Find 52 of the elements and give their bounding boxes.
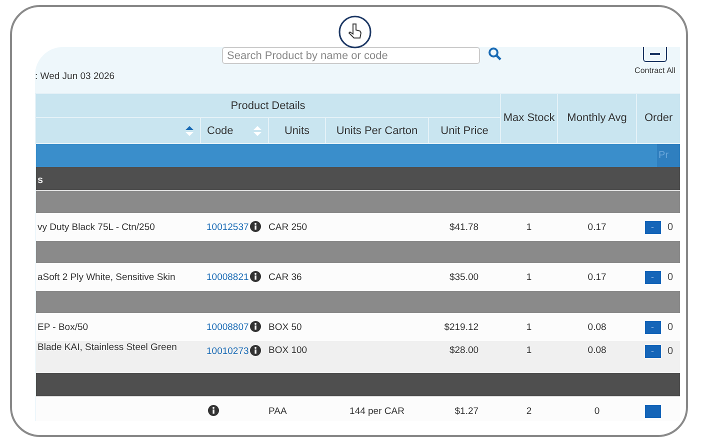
info-icon[interactable]: [250, 271, 261, 282]
collapse-icon[interactable]: [643, 47, 667, 62]
info-icon[interactable]: [250, 321, 261, 332]
monthly-avg-cell: 0: [594, 406, 600, 416]
max-stock-cell: 1: [526, 222, 532, 232]
decrement-button[interactable]: [644, 404, 661, 418]
quantity-value: 0: [668, 222, 674, 232]
units-cell: BOX 100: [268, 345, 308, 356]
column-header[interactable]: Code: [207, 124, 234, 136]
unit-price-cell: $35.00: [449, 272, 479, 282]
column-header-label: Order: [644, 112, 673, 124]
unit-price-cell: $41.78: [449, 222, 479, 232]
product-name: Blade KAI, Stainless Steel Green: [38, 342, 177, 353]
unit-price-cell: $28.00: [449, 345, 479, 356]
category-label: s: [38, 174, 44, 186]
quantity-value: 0: [668, 346, 674, 357]
contract-all-label[interactable]: Contract All: [634, 66, 676, 75]
search-icon[interactable]: [488, 47, 502, 61]
product-name: aSoft 2 Ply White, Sensitive Skin: [38, 272, 176, 282]
product-name: vy Duty Black 75L - Ctn/250: [38, 222, 155, 232]
max-stock-cell: 1: [526, 322, 532, 332]
unit-price-cell: $1.27: [454, 406, 479, 416]
units-per-carton-cell: 144 per CAR: [350, 406, 404, 416]
decrement-button[interactable]: -: [644, 320, 661, 334]
product-name: EP - Box/50: [38, 322, 88, 332]
units-cell: CAR 250: [268, 222, 308, 232]
date-label: : Wed Jun 03 2026: [35, 71, 115, 82]
monthly-avg-cell: 0.17: [588, 272, 606, 282]
info-icon[interactable]: [250, 345, 261, 356]
units-cell: BOX 50: [268, 322, 302, 332]
max-stock-cell: 1: [526, 345, 532, 356]
units-cell: PAA: [268, 406, 287, 416]
info-icon[interactable]: [208, 405, 218, 416]
monthly-avg-cell: 0.08: [588, 345, 606, 356]
max-stock-cell: 1: [526, 272, 532, 282]
decrement-button[interactable]: -: [644, 345, 661, 358]
search-field[interactable]: Search Product by name or code: [222, 47, 480, 64]
max-stock-cell: 2: [526, 406, 532, 416]
unit-price-cell: $219.12: [444, 322, 479, 332]
info-icon[interactable]: [250, 221, 261, 232]
monthly-avg-cell: 0.08: [588, 322, 606, 332]
units-cell: CAR 36: [268, 272, 302, 282]
column-header-label: Monthly Avg: [567, 112, 627, 124]
monthly-avg-cell: 0.17: [588, 222, 606, 232]
decrement-button[interactable]: -: [644, 270, 661, 284]
column-group-header: Product Details: [36, 94, 501, 118]
quantity-value: 0: [668, 322, 674, 332]
touch-indicator-icon: [338, 15, 372, 49]
column-header-label: Max Stock: [503, 112, 555, 124]
decrement-button[interactable]: -: [644, 220, 661, 234]
quantity-value: 0: [668, 272, 674, 282]
sort-ascending-icon[interactable]: [185, 124, 194, 136]
